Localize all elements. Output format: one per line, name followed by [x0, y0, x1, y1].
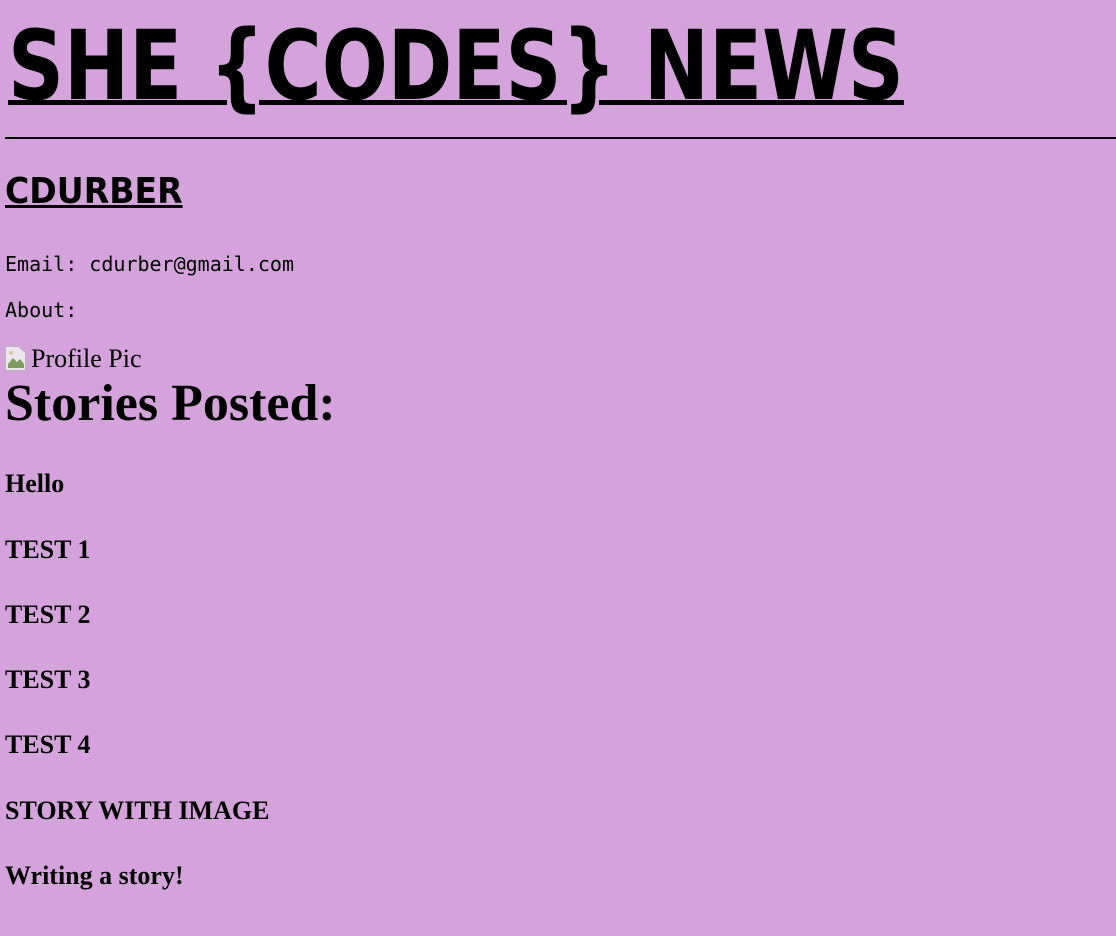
about-label: About: — [5, 298, 78, 322]
profile-username-link[interactable]: CDURBER — [5, 174, 183, 210]
story-title-test-1[interactable]: TEST 1 — [5, 535, 91, 565]
story-title-test-3[interactable]: TEST 3 — [5, 665, 91, 695]
site-title-link[interactable]: SHE {CODES} NEWS — [8, 18, 904, 114]
story-title-hello[interactable]: Hello — [5, 469, 64, 499]
header-divider — [5, 137, 1116, 139]
story-title-test-4[interactable]: TEST 4 — [5, 730, 91, 760]
email-line: Email: cdurber@gmail.com — [5, 252, 294, 276]
story-title-writing-a-story[interactable]: Writing a story! — [5, 861, 184, 891]
about-line: About: — [5, 298, 77, 322]
story-title-test-2[interactable]: TEST 2 — [5, 600, 91, 630]
profile-pic: Profile Pic — [5, 345, 142, 373]
email-label: Email: — [5, 252, 78, 276]
stories-heading: Stories Posted: — [5, 375, 336, 432]
email-value: cdurber@gmail.com — [89, 252, 294, 276]
broken-image-icon — [5, 346, 31, 372]
profile-pic-alt-text: Profile Pic — [31, 344, 142, 373]
story-title-story-with-image[interactable]: STORY WITH IMAGE — [5, 796, 269, 826]
